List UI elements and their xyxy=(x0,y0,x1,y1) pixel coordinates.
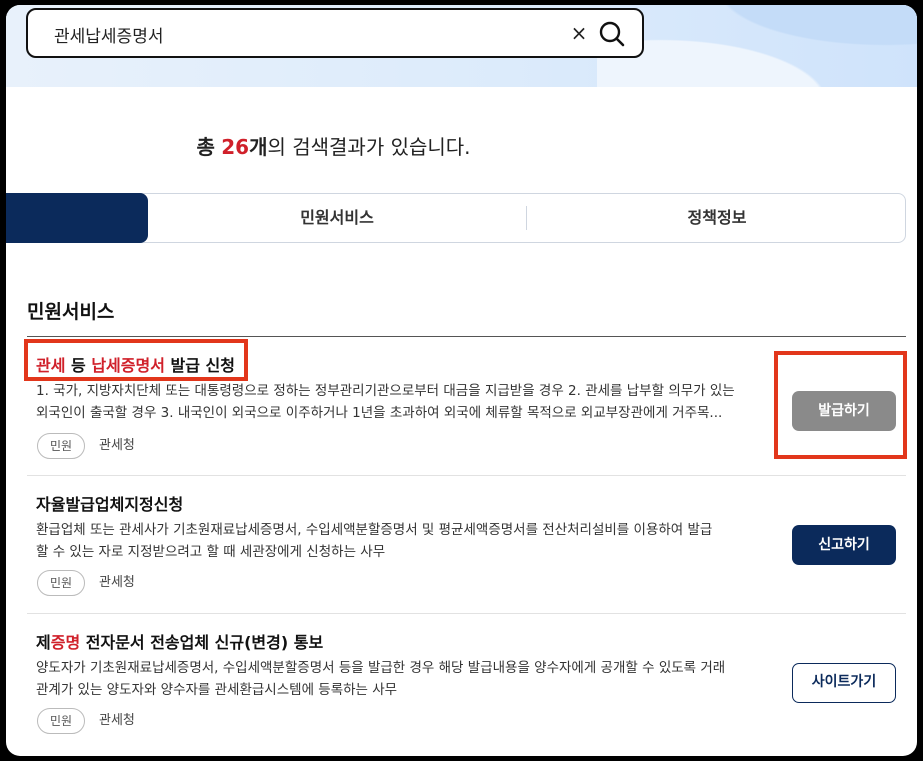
search-box[interactable]: × xyxy=(26,8,644,58)
tab-policy-info[interactable]: 정책정보 xyxy=(527,194,907,242)
section-divider xyxy=(27,336,906,337)
title-part: 등 xyxy=(65,356,92,375)
search-input[interactable] xyxy=(52,10,536,58)
page-frame: × 총 26개의 검색결과가 있습니다. 민원서비스 정책정보 민원서비스 관세… xyxy=(6,5,917,756)
agency-name: 관세청 xyxy=(99,575,135,590)
visit-site-button[interactable]: 사이트가기 xyxy=(792,663,896,703)
category-badge: 민원 xyxy=(37,433,86,459)
result-count: 26 xyxy=(221,135,250,159)
section-title: 민원서비스 xyxy=(27,301,115,323)
item-separator xyxy=(27,475,906,476)
title-part: 납세증명서 xyxy=(91,356,165,375)
agency-name: 관세청 xyxy=(99,438,135,453)
result-item: 관세 등 납세증명서 발급 신청 1. 국가, 지방자치단체 또는 대통령령으로… xyxy=(27,347,906,476)
title-part: 제 xyxy=(36,633,51,652)
result-summary: 총 26개의 검색결과가 있습니다. xyxy=(6,131,661,160)
title-part: 자율발급업체지정신청 xyxy=(36,495,184,514)
description-line: 외국인이 출국할 경우 3. 내국인이 외국으로 이주하거나 1년을 초과하여 … xyxy=(36,405,723,421)
result-title[interactable]: 제증명 전자문서 전송업체 신규(변경) 통보 xyxy=(36,629,323,653)
tab-all[interactable] xyxy=(6,193,148,243)
result-description: 환급업체 또는 관세사가 기초원재료납세증명서, 수입세액분할증명서 및 평균세… xyxy=(36,519,771,563)
category-badge: 민원 xyxy=(37,708,86,734)
result-description: 1. 국가, 지방자치단체 또는 대통령령으로 정하는 정부관리기관으로부터 대… xyxy=(36,380,771,424)
category-badge: 민원 xyxy=(37,570,86,596)
title-part: 전자문서 전송업체 신규(변경) 통보 xyxy=(80,633,324,652)
title-part: 관세 xyxy=(36,356,66,375)
result-tabs: 민원서비스 정책정보 xyxy=(6,193,906,243)
summary-suffix: 의 검색결과가 있습니다. xyxy=(267,135,471,159)
banner-decoration xyxy=(597,5,917,87)
description-line: 환급업체 또는 관세사가 기초원재료납세증명서, 수입세액분할증명서 및 평균세… xyxy=(36,522,713,538)
title-part: 증명 xyxy=(50,633,81,652)
description-line: 양도자가 기초원재료납세증명서, 수입세액분할증명서 등을 발급한 경우 해당 … xyxy=(36,660,726,676)
description-line: 1. 국가, 지방자치단체 또는 대통령령으로 정하는 정부관리기관으로부터 대… xyxy=(36,383,735,399)
issue-button[interactable]: 발급하기 xyxy=(792,391,896,431)
summary-prefix: 총 xyxy=(196,135,215,159)
report-button[interactable]: 신고하기 xyxy=(792,525,896,565)
title-part: 발급 신청 xyxy=(164,356,235,375)
tab-civil-service[interactable]: 민원서비스 xyxy=(148,194,526,242)
summary-unit: 개 xyxy=(249,135,268,159)
item-separator xyxy=(27,613,906,614)
description-line: 할 수 있는 자로 지정받으려고 할 때 세관장에게 신청하는 사무 xyxy=(36,544,386,560)
result-item: 자율발급업체지정신청 환급업체 또는 관세사가 기초원재료납세증명서, 수입세액… xyxy=(27,486,906,614)
description-line: 관계가 있는 양도자와 양수자를 관세환급시스템에 등록하는 사무 xyxy=(36,682,398,698)
result-description: 양도자가 기초원재료납세증명서, 수입세액분할증명서 등을 발급한 경우 해당 … xyxy=(36,657,771,701)
search-icon[interactable] xyxy=(598,20,626,48)
result-title[interactable]: 자율발급업체지정신청 xyxy=(36,491,183,515)
result-title[interactable]: 관세 등 납세증명서 발급 신청 xyxy=(36,352,235,376)
agency-name: 관세청 xyxy=(99,713,135,728)
clear-icon[interactable]: × xyxy=(568,20,590,46)
result-item: 제증명 전자문서 전송업체 신규(변경) 통보 양도자가 기초원재료납세증명서,… xyxy=(27,624,906,749)
